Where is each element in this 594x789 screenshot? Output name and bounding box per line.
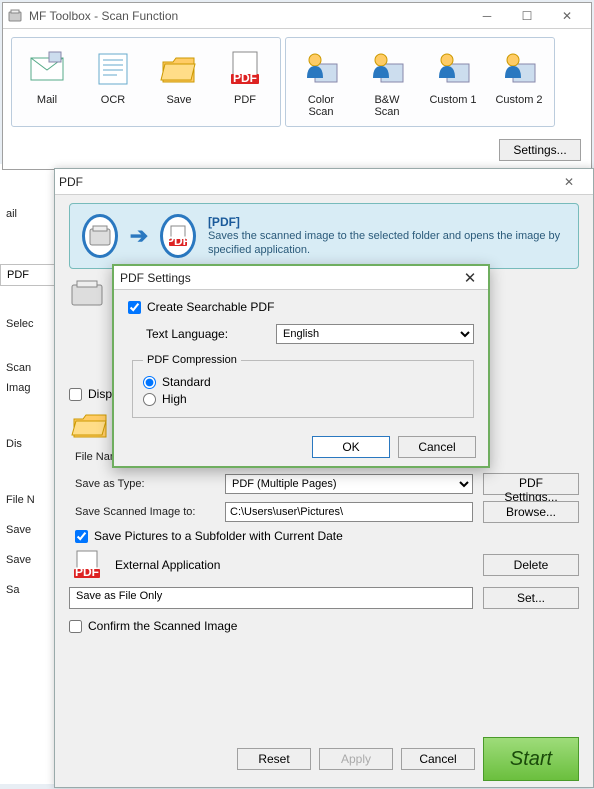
tool-label: Custom 1 <box>429 94 476 106</box>
svg-text:PDF: PDF <box>233 71 257 85</box>
confirm-image-label: Confirm the Scanned Image <box>88 619 237 633</box>
tool-label: Color Scan <box>308 94 334 118</box>
tool-bw-scan[interactable]: B&W Scan <box>358 48 416 118</box>
titlebar: MF Toolbox - Scan Function ─ ☐ ✕ <box>3 3 591 29</box>
pdf-window-title: PDF <box>59 175 549 189</box>
ok-button[interactable]: OK <box>312 436 390 458</box>
save-as-type-label: Save as Type: <box>75 478 215 490</box>
bg-label: Scan <box>0 358 55 378</box>
banner-title: [PDF] <box>208 215 240 229</box>
arrow-icon: ➔ <box>130 223 148 249</box>
person-color-icon <box>299 48 343 88</box>
pdf-banner: ➔ PDF [PDF] Saves the scanned image to t… <box>69 203 579 269</box>
compression-standard-radio[interactable] <box>143 376 156 389</box>
bg-label: Selec <box>0 314 55 334</box>
person-icon <box>431 48 475 88</box>
searchable-pdf-label: Create Searchable PDF <box>147 300 274 314</box>
tool-group-output: Mail OCR Save PDF PDF <box>11 37 281 127</box>
ext-app-field[interactable]: Save as File Only <box>69 587 473 609</box>
tool-group-scan: Color Scan B&W Scan Custom 1 Custom 2 <box>285 37 555 127</box>
app-icon <box>7 8 23 24</box>
person-icon <box>497 48 541 88</box>
save-as-type-select[interactable]: PDF (Multiple Pages) <box>225 474 473 494</box>
start-button[interactable]: Start <box>483 737 579 781</box>
pdf-window: PDF ✕ ➔ PDF [PDF] Saves the scanned imag… <box>54 168 594 788</box>
pdf-settings-dialog: PDF Settings ✕ Create Searchable PDF Tex… <box>112 264 490 468</box>
maximize-button[interactable]: ☐ <box>507 4 547 28</box>
tool-label: Save <box>166 94 191 106</box>
minimize-button[interactable]: ─ <box>467 4 507 28</box>
text-language-select[interactable]: English <box>276 324 474 344</box>
compression-high-radio[interactable] <box>143 393 156 406</box>
compression-high-label: High <box>162 392 187 406</box>
browse-button[interactable]: Browse... <box>483 501 579 523</box>
scanner-device-icon <box>69 277 105 309</box>
tool-save[interactable]: Save <box>150 48 208 118</box>
subfolder-checkbox[interactable] <box>75 530 88 543</box>
tool-label: Custom 2 <box>495 94 542 106</box>
display-driver-checkbox[interactable] <box>69 388 82 401</box>
pdf-settings-button[interactable]: PDF Settings... <box>483 473 579 495</box>
compression-legend: PDF Compression <box>143 354 241 366</box>
subfolder-label: Save Pictures to a Subfolder with Curren… <box>94 529 343 543</box>
person-bw-icon <box>365 48 409 88</box>
tool-label: OCR <box>101 94 125 106</box>
tool-label: Mail <box>37 94 57 106</box>
settings-button[interactable]: Settings... <box>499 139 581 161</box>
window-title: MF Toolbox - Scan Function <box>29 9 467 23</box>
folder-icon <box>157 48 201 88</box>
compression-standard-label: Standard <box>162 375 211 389</box>
bg-label: Dis <box>0 434 55 454</box>
mail-icon <box>25 48 69 88</box>
folder-icon <box>69 407 111 443</box>
tool-color-scan[interactable]: Color Scan <box>292 48 350 118</box>
set-button[interactable]: Set... <box>483 587 579 609</box>
ext-app-label: External Application <box>115 558 473 572</box>
bg-label: Imag <box>0 378 55 398</box>
bg-label: Sa <box>0 580 55 600</box>
bg-label: Save <box>0 520 55 540</box>
pdf-icon: PDF <box>223 48 267 88</box>
reset-button[interactable]: Reset <box>237 748 311 770</box>
delete-button[interactable]: Delete <box>483 554 579 576</box>
tool-pdf[interactable]: PDF PDF <box>216 48 274 118</box>
tool-ocr[interactable]: OCR <box>84 48 142 118</box>
tool-label: B&W Scan <box>374 94 399 118</box>
bg-label: Save <box>0 550 55 570</box>
tool-label: PDF <box>234 94 256 106</box>
bg-pdf-tab: PDF <box>0 264 55 286</box>
close-button[interactable]: ✕ <box>458 269 482 287</box>
tool-mail[interactable]: Mail <box>18 48 76 118</box>
confirm-image-checkbox[interactable] <box>69 620 82 633</box>
tool-custom1[interactable]: Custom 1 <box>424 48 482 118</box>
toolbox-window: MF Toolbox - Scan Function ─ ☐ ✕ Mail OC… <box>2 2 592 170</box>
banner-text: Saves the scanned image to the selected … <box>208 229 566 258</box>
dialog-title: PDF Settings <box>120 271 458 285</box>
save-to-label: Save Scanned Image to: <box>75 506 215 518</box>
bg-label: File N <box>0 490 55 510</box>
ocr-icon <box>91 48 135 88</box>
pdf-app-icon: PDF <box>69 549 105 581</box>
searchable-pdf-checkbox[interactable] <box>128 301 141 314</box>
close-button[interactable]: ✕ <box>547 4 587 28</box>
cancel-button[interactable]: Cancel <box>398 436 476 458</box>
svg-text:PDF: PDF <box>166 234 190 248</box>
compression-group: PDF Compression Standard High <box>132 354 474 418</box>
tool-custom2[interactable]: Custom 2 <box>490 48 548 118</box>
pdf-doc-icon: PDF <box>160 214 196 258</box>
bg-label: ail <box>0 204 55 224</box>
svg-text:PDF: PDF <box>75 565 99 579</box>
text-language-label: Text Language: <box>146 327 266 341</box>
apply-button[interactable]: Apply <box>319 748 393 770</box>
background-window: ail PDF Selec Scan Imag Dis File N Save … <box>0 164 56 784</box>
cancel-button[interactable]: Cancel <box>401 748 475 770</box>
close-button[interactable]: ✕ <box>549 170 589 194</box>
save-to-input[interactable] <box>225 502 473 522</box>
scanner-icon <box>82 214 118 258</box>
